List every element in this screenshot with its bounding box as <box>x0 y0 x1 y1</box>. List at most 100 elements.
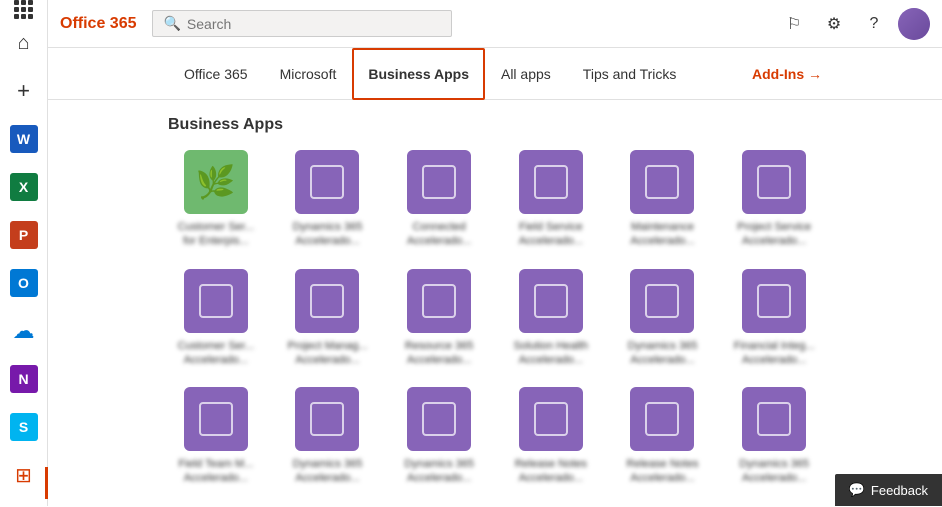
app-tile-name: Dynamics 365 Accelerado... <box>394 457 484 486</box>
sidebar-item-new[interactable]: + <box>0 67 48 115</box>
nav-tabs: Office 365 Microsoft Business Apps All a… <box>48 48 942 100</box>
app-tile[interactable]: Field Team M... Accelerado... <box>168 387 264 486</box>
gear-icon: ⚙ <box>827 14 841 34</box>
search-input[interactable] <box>187 16 442 32</box>
app-tile[interactable]: Project Service Accelerado... <box>726 150 822 249</box>
app-tile[interactable]: Maintenance Accelerado... <box>615 150 711 249</box>
app-tile[interactable]: Solution Health Accelerado... <box>503 269 599 368</box>
app-tile-name: Maintenance Accelerado... <box>617 220 707 249</box>
app-tile[interactable]: Field Service Accelerado... <box>503 150 599 249</box>
outlook-icon: O <box>10 269 38 297</box>
avatar[interactable] <box>898 8 930 40</box>
app-tile-name: Financial Integ... Accelerado... <box>729 339 819 368</box>
app-tile-icon <box>295 150 359 214</box>
app-tile[interactable]: Dynamics 365 Accelerado... <box>280 150 376 249</box>
search-icon: 🔍 <box>163 15 180 32</box>
help-button[interactable]: ? <box>858 8 890 40</box>
app-tile-name: Resource 365 Accelerado... <box>394 339 484 368</box>
app-tile[interactable]: Release Notes Accelerado... <box>615 387 711 486</box>
app-tile-name: Solution Health Accelerado... <box>506 339 596 368</box>
app-tile-icon <box>184 387 248 451</box>
sidebar-item-allapps[interactable]: ⊞ <box>0 451 48 499</box>
app-title: Office 365 <box>60 15 136 33</box>
waffle-button[interactable] <box>0 0 48 19</box>
app-tile[interactable]: Dynamics 365 Accelerado... <box>391 387 487 486</box>
app-tile[interactable]: Resource 365 Accelerado... <box>391 269 487 368</box>
tab-microsoft[interactable]: Microsoft <box>264 48 353 100</box>
search-box[interactable]: 🔍 <box>152 10 452 37</box>
app-tile-icon <box>742 150 806 214</box>
app-tile-icon <box>742 387 806 451</box>
app-tile-name: Dynamics 365 Accelerado... <box>617 339 707 368</box>
app-tile[interactable]: Dynamics 365 Accelerado... <box>726 387 822 486</box>
app-tile-icon <box>295 269 359 333</box>
app-tile-icon <box>519 150 583 214</box>
app-tile[interactable]: Connected Accelerado... <box>391 150 487 249</box>
app-tile[interactable]: Customer Ser... Accelerado... <box>168 269 264 368</box>
onedrive-icon: ☁ <box>13 318 35 344</box>
sidebar-item-onedrive[interactable]: ☁ <box>0 307 48 355</box>
help-icon: ? <box>870 15 879 33</box>
app-tile-icon <box>407 269 471 333</box>
tab-all-apps[interactable]: All apps <box>485 48 567 100</box>
app-tile[interactable]: Financial Integ... Accelerado... <box>726 269 822 368</box>
tab-tips[interactable]: Tips and Tricks <box>567 48 693 100</box>
flag-icon: ⚐ <box>787 14 801 34</box>
excel-icon: X <box>10 173 38 201</box>
sidebar-bottom: ⊞ <box>0 451 48 507</box>
powerpoint-icon: P <box>10 221 38 249</box>
app-tile-name: Project Manag... Accelerado... <box>282 339 372 368</box>
new-icon: + <box>17 78 30 104</box>
app-tile-name: Dynamics 365 Accelerado... <box>282 220 372 249</box>
sidebar: ⌂ + W X P O ☁ N S ⊞ <box>0 0 48 506</box>
app-tile-name: Field Service Accelerado... <box>506 220 596 249</box>
app-tile-icon <box>519 387 583 451</box>
app-tile[interactable]: 🌿 Customer Ser... for Enterpis... <box>168 150 264 249</box>
tab-office365[interactable]: Office 365 <box>168 48 264 100</box>
sidebar-item-sharepoint[interactable]: S <box>0 403 48 451</box>
app-tile-icon: 🌿 <box>184 150 248 214</box>
app-tile-name: Connected Accelerado... <box>394 220 484 249</box>
sidebar-item-excel[interactable]: X <box>0 163 48 211</box>
flag-button[interactable]: ⚐ <box>778 8 810 40</box>
apps-grid: 🌿 Customer Ser... for Enterpis... Dynamics… <box>168 150 822 506</box>
sidebar-item-home[interactable]: ⌂ <box>0 19 48 67</box>
app-tile[interactable]: Release Notes Accelerado... <box>503 387 599 486</box>
app-tile-name: Dynamics 365 Accelerado... <box>729 457 819 486</box>
waffle-icon <box>14 0 33 19</box>
feedback-button[interactable]: 💬 Feedback <box>835 474 942 506</box>
allapps-icon: ⊞ <box>15 463 32 488</box>
app-tile-icon <box>407 150 471 214</box>
app-tile-name: Project Service Accelerado... <box>729 220 819 249</box>
addins-link[interactable]: Add-Ins → <box>752 66 822 82</box>
app-tile[interactable]: Project Manag... Accelerado... <box>280 269 376 368</box>
topbar: Office 365 🔍 ⚐ ⚙ ? <box>48 0 942 48</box>
sidebar-item-powerpoint[interactable]: P <box>0 211 48 259</box>
app-tile-name: Release Notes Accelerado... <box>617 457 707 486</box>
app-tile-name: Customer Ser... for Enterpis... <box>171 220 261 249</box>
sidebar-item-onenote[interactable]: N <box>0 355 48 403</box>
sidebar-nav: ⌂ + W X P O ☁ N S <box>0 19 47 451</box>
sidebar-item-word[interactable]: W <box>0 115 48 163</box>
tab-business-apps[interactable]: Business Apps <box>352 48 485 100</box>
app-tile-icon <box>742 269 806 333</box>
app-tile-name: Field Team M... Accelerado... <box>171 457 261 486</box>
app-tile-icon <box>407 387 471 451</box>
app-tile-icon <box>295 387 359 451</box>
app-tile-name: Dynamics 365 Accelerado... <box>282 457 372 486</box>
settings-button[interactable]: ⚙ <box>818 8 850 40</box>
app-tile-icon <box>630 269 694 333</box>
app-tile-name: Release Notes Accelerado... <box>506 457 596 486</box>
feedback-icon: 💬 <box>849 482 865 498</box>
home-icon: ⌂ <box>17 32 29 55</box>
onenote-icon: N <box>10 365 38 393</box>
sharepoint-icon: S <box>10 413 38 441</box>
app-tile[interactable]: Dynamics 365 Accelerado... <box>280 387 376 486</box>
sidebar-item-outlook[interactable]: O <box>0 259 48 307</box>
app-tile[interactable]: Dynamics 365 Accelerado... <box>615 269 711 368</box>
main-content: Office 365 🔍 ⚐ ⚙ ? Office 365 Microsoft <box>48 0 942 506</box>
app-tile-icon <box>630 150 694 214</box>
app-tile-name: Customer Ser... Accelerado... <box>171 339 261 368</box>
word-icon: W <box>10 125 38 153</box>
app-tile-icon <box>630 387 694 451</box>
